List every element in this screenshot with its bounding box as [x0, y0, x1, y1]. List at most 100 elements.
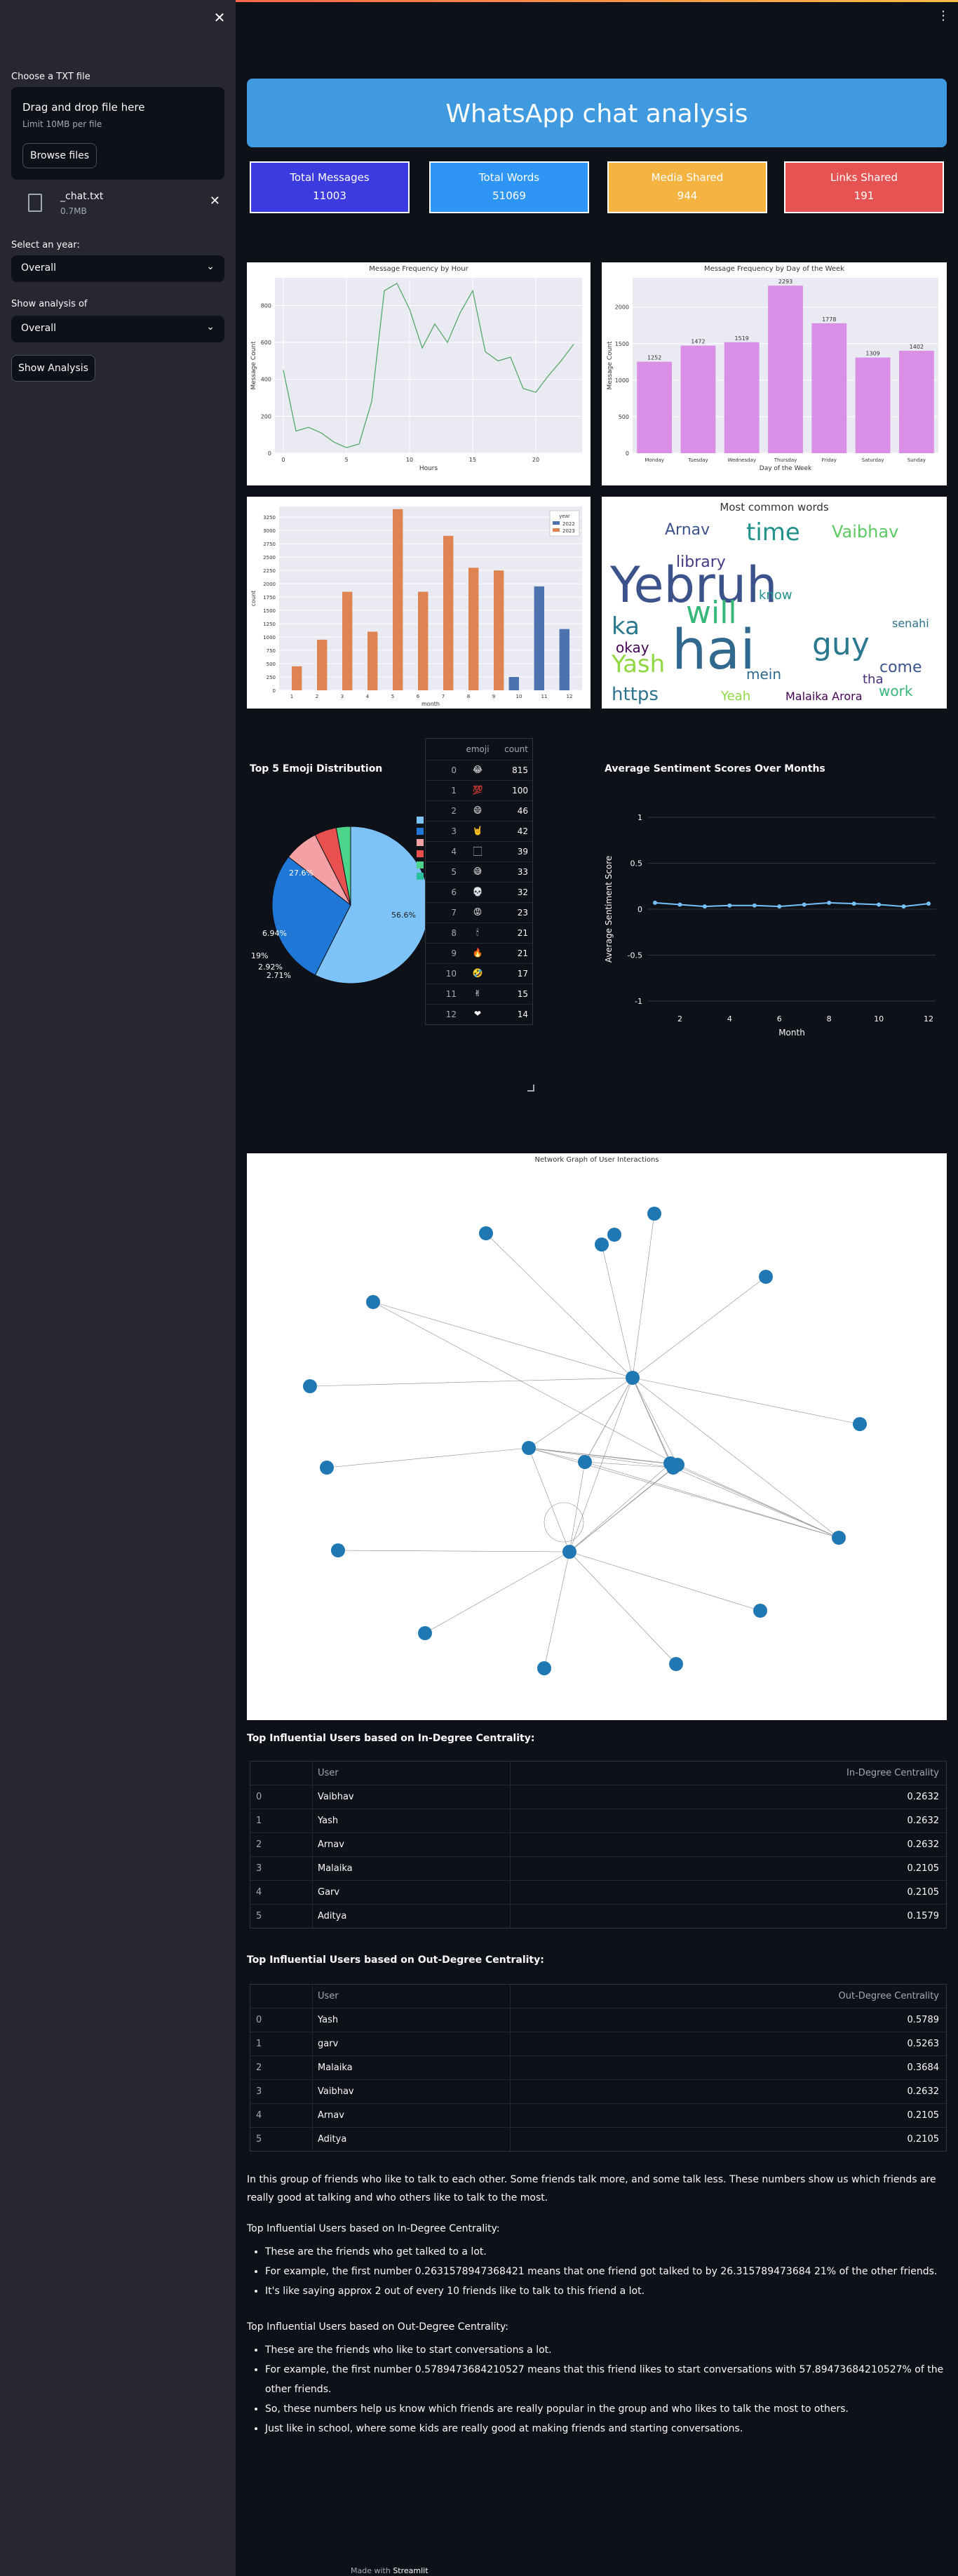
- show-analysis-button[interactable]: Show Analysis: [11, 355, 95, 382]
- row-emoji: 🔥: [472, 948, 483, 958]
- year-select[interactable]: Overall ⌄: [11, 255, 224, 282]
- table-header-row: emoji count: [426, 739, 532, 760]
- wordcloud-word: Vaibhav: [832, 522, 898, 542]
- row-index: 3: [256, 1863, 262, 1874]
- stat-card-value: 51069: [492, 189, 526, 202]
- table-row[interactable]: 1 💯 100: [426, 780, 532, 800]
- table-row[interactable]: 5 😅 33: [426, 861, 532, 882]
- dropzone-title: Drag and drop file here: [22, 101, 145, 114]
- table-row[interactable]: 4 🏻 39: [426, 841, 532, 861]
- stat-card: Links Shared 191: [784, 161, 944, 213]
- table-row[interactable]: 3 Vaibhav 0.2632: [250, 2079, 946, 2103]
- row-count: 39: [517, 847, 528, 857]
- table-row[interactable]: 12 ❤ 14: [426, 1004, 532, 1024]
- x-tick-label: Wednesday: [727, 457, 756, 463]
- table-row[interactable]: 1 Yash 0.2632: [250, 1809, 946, 1832]
- header-user: User: [318, 1991, 339, 2001]
- chevron-down-icon: ⌄: [206, 261, 215, 272]
- row-user: Aditya: [318, 1911, 347, 1921]
- network-edge: [632, 1377, 678, 1465]
- y-tick-label: 2000: [615, 304, 629, 311]
- table-row[interactable]: 0 😂 815: [426, 760, 532, 780]
- row-index: 4: [256, 2110, 262, 2121]
- stat-card: Total Words 51069: [429, 161, 589, 213]
- stat-card-label: Total Words: [478, 171, 540, 184]
- x-tick-label: Monday: [645, 457, 664, 463]
- table-row[interactable]: 6 💀 32: [426, 882, 532, 902]
- row-count: 23: [517, 908, 528, 918]
- x-tick-label: 10: [874, 1014, 884, 1024]
- table-row[interactable]: 7 😡 23: [426, 902, 532, 923]
- y-axis-label: Message Count: [250, 341, 257, 390]
- table-row[interactable]: 11 ✌ 15: [426, 984, 532, 1004]
- row-value: 0.2105: [907, 2134, 940, 2145]
- x-axis-label: Hours: [419, 465, 438, 472]
- y-tick-label: 1: [637, 813, 642, 822]
- row-index: 3: [256, 2086, 262, 2097]
- row-emoji: 🏻: [473, 846, 482, 856]
- outdegree-title: Top Influential Users based on Out-Degre…: [247, 1954, 544, 1966]
- table-row[interactable]: 9 🔥 21: [426, 943, 532, 963]
- table-row[interactable]: 2 😄 46: [426, 800, 532, 821]
- table-row[interactable]: 3 Malaika 0.2105: [250, 1856, 946, 1880]
- table-row[interactable]: 0 Yash 0.5789: [250, 2008, 946, 2032]
- wordcloud-word: come: [879, 659, 922, 676]
- legend-swatch: [417, 839, 424, 846]
- row-user: Yash: [318, 2015, 339, 2025]
- header-value: Out-Degree Centrality: [838, 1991, 939, 2001]
- y-tick-label: 750: [267, 648, 276, 654]
- y-tick-label: 1000: [615, 377, 629, 384]
- table-row[interactable]: 1 garv 0.5263: [250, 2032, 946, 2055]
- indegree-table: User In-Degree Centrality 0 Vaibhav 0.2632 1 Y…: [250, 1761, 947, 1928]
- x-tick-label: 15: [469, 457, 476, 463]
- network-edge: [569, 1464, 678, 1552]
- browse-files-button[interactable]: Browse files: [22, 143, 97, 168]
- network-node: [366, 1295, 380, 1309]
- bar-value-label: 1252: [647, 355, 661, 361]
- year-select-value: Overall: [21, 262, 57, 274]
- table-row[interactable]: 5 Aditya 0.1579: [250, 1904, 946, 1928]
- x-tick-label: 5: [344, 457, 348, 463]
- network-node: [595, 1237, 609, 1252]
- y-tick-label: 250: [267, 675, 276, 680]
- bullet-item: For example, the first number 0.26315789…: [265, 2262, 958, 2281]
- table-row[interactable]: 4 Arnav 0.2105: [250, 2103, 946, 2127]
- weekly-bar: [855, 357, 891, 453]
- table-row[interactable]: 2 Arnav 0.2632: [250, 1832, 946, 1856]
- table-row[interactable]: 2 Malaika 0.3684: [250, 2055, 946, 2079]
- row-user: Garv: [318, 1887, 340, 1898]
- network-edge: [584, 1461, 839, 1538]
- pie-percent-label: 27.6%: [289, 868, 313, 878]
- sentiment-point: [851, 901, 856, 906]
- table-row[interactable]: 10 🤣 17: [426, 963, 532, 984]
- emoji-pie-chart: 56.6%27.6%6.94%19%2.92%2.71%: [251, 817, 430, 984]
- main-menu-icon[interactable]: ⋮: [937, 8, 950, 23]
- close-sidebar-icon[interactable]: ✕: [212, 10, 227, 25]
- header-emoji: emoji: [466, 744, 490, 754]
- legend-swatch: [417, 817, 424, 824]
- footer-brand-link[interactable]: Streamlit: [393, 2566, 428, 2575]
- remove-file-icon[interactable]: ✕: [210, 194, 220, 208]
- network-edge: [632, 1377, 839, 1538]
- legend-swatch: [417, 850, 424, 857]
- row-user: Arnav: [318, 1839, 344, 1850]
- user-select[interactable]: Overall ⌄: [11, 316, 224, 342]
- resize-handle-icon[interactable]: [527, 1085, 534, 1092]
- legend-swatch: [417, 828, 424, 835]
- y-tick-label: 2500: [263, 555, 276, 561]
- network-graph: Network Graph of User Interactions: [247, 1153, 947, 1720]
- table-row[interactable]: 0 Vaibhav 0.2632: [250, 1785, 946, 1809]
- y-tick-label: 1000: [263, 635, 276, 640]
- row-index: 2: [256, 1839, 262, 1850]
- weekly-chart: Message Frequency by Day of the Week 0 50…: [602, 262, 947, 485]
- sentiment-point: [752, 903, 757, 908]
- network-node: [607, 1228, 621, 1242]
- table-row[interactable]: 4 Garv 0.2105: [250, 1880, 946, 1904]
- stat-card-value: 11003: [313, 189, 346, 202]
- network-edge: [528, 1447, 586, 1463]
- sentiment-point: [777, 904, 782, 909]
- file-dropzone[interactable]: Drag and drop file here Limit 10MB per f…: [11, 87, 224, 180]
- table-row[interactable]: 8 🕯 21: [426, 923, 532, 943]
- table-row[interactable]: 5 Aditya 0.2105: [250, 2127, 946, 2151]
- table-row[interactable]: 3 🤘 42: [426, 821, 532, 841]
